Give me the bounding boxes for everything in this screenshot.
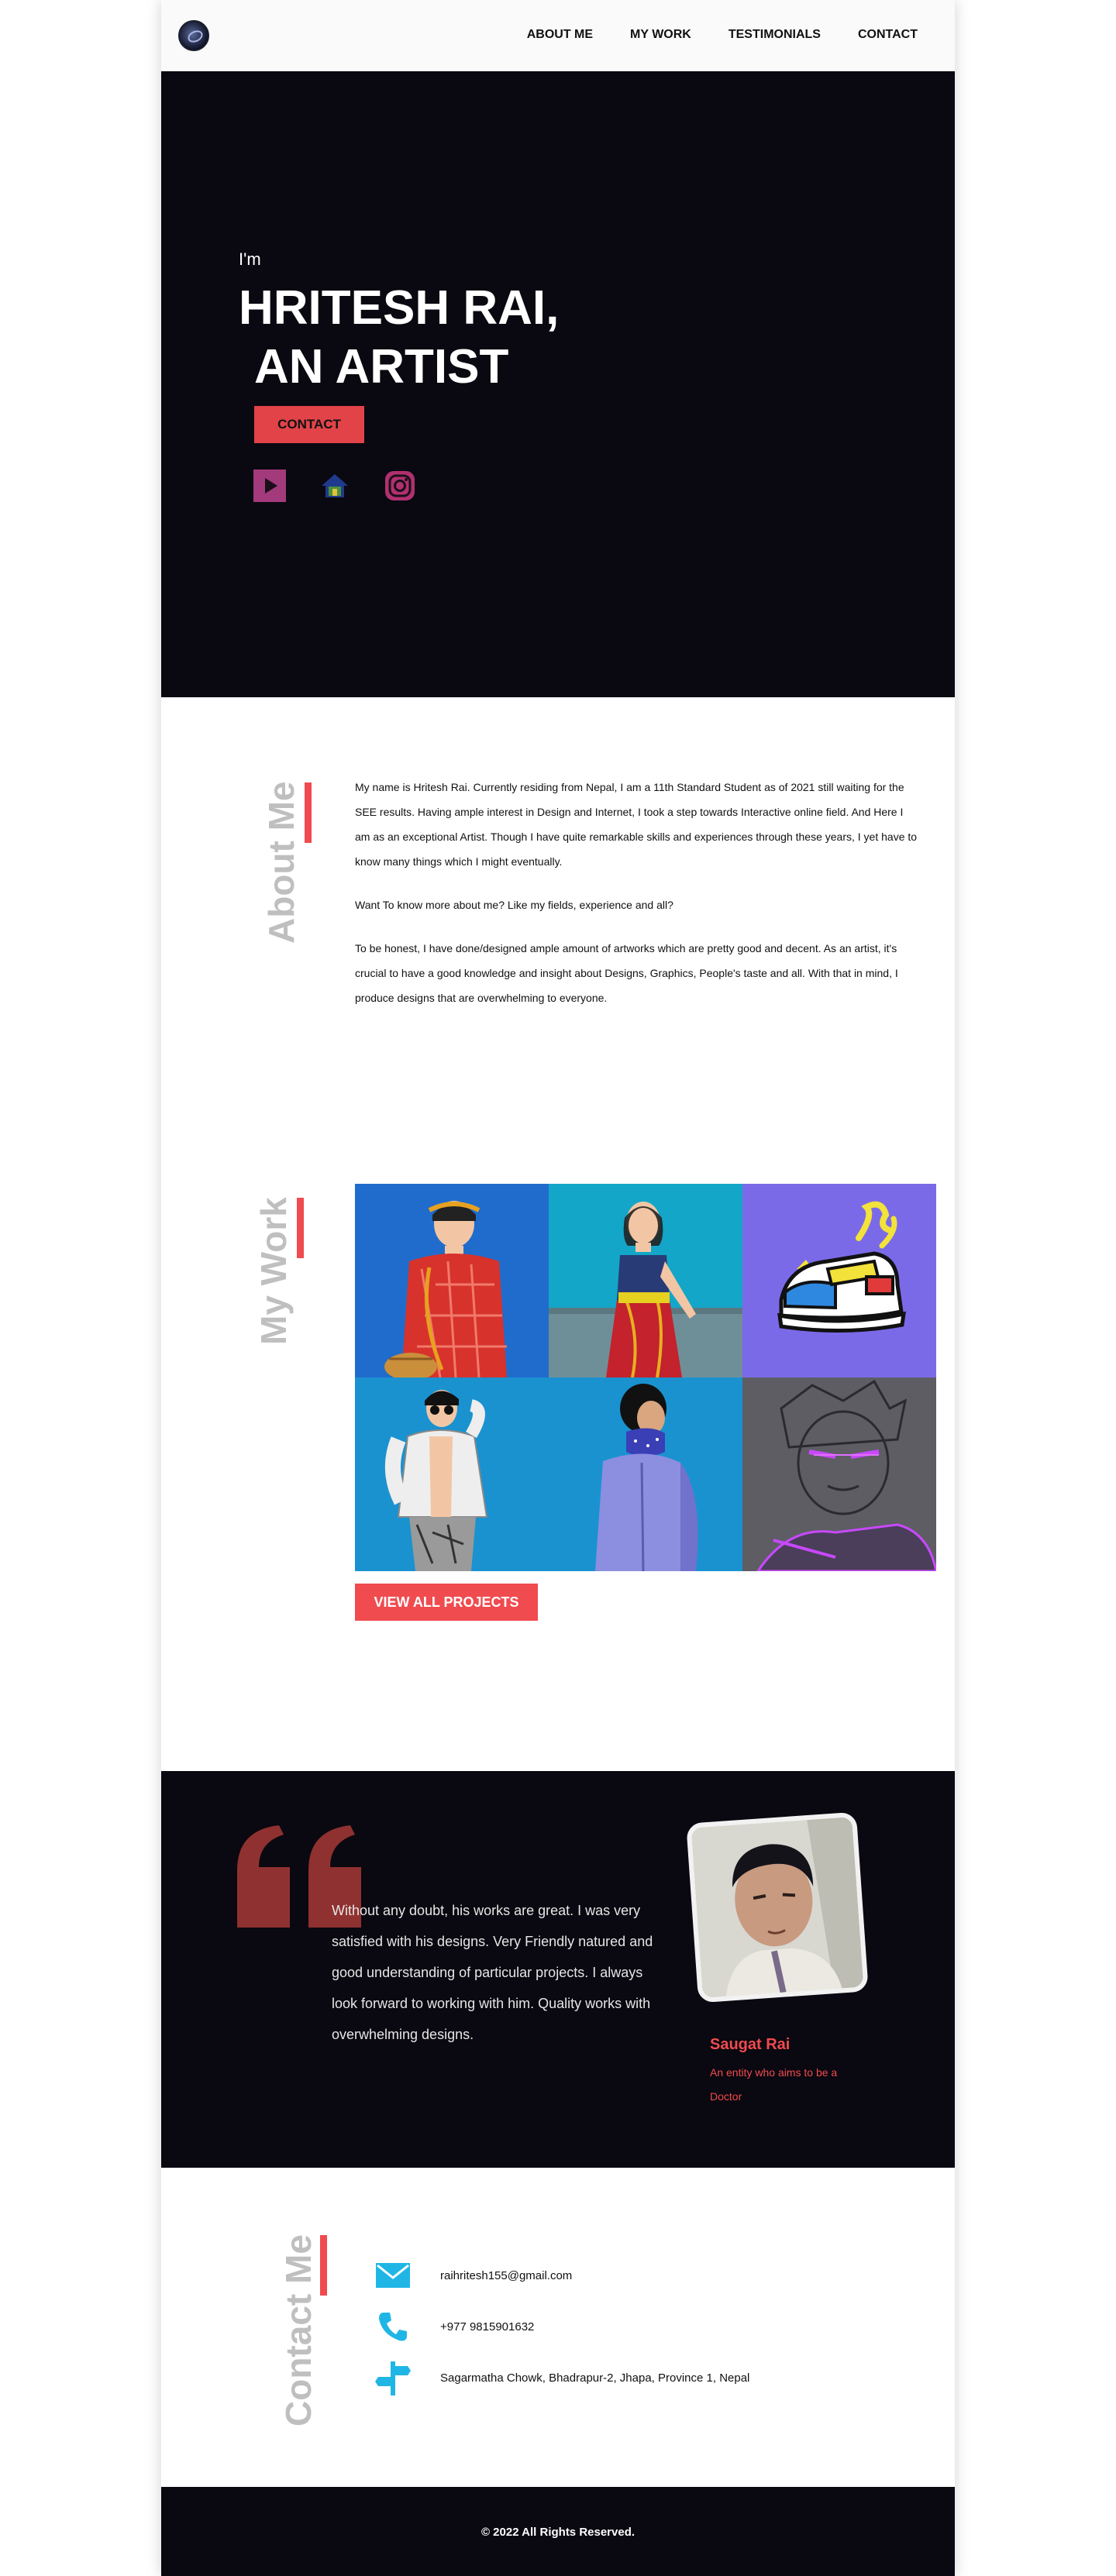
- gallery-tile-sneaker-illustration[interactable]: [742, 1184, 936, 1377]
- testimonial-avatar: [686, 1811, 869, 2003]
- work-gallery: [355, 1184, 936, 1571]
- about-paragraph: My name is Hritesh Rai. Currently residi…: [355, 781, 918, 868]
- hero-title-line2: AN ARTIST: [254, 340, 509, 394]
- contact-address-row: Sagarmatha Chowk, Bhadrapur-2, Jhapa, Pr…: [375, 2360, 749, 2395]
- footer-copyright: © 2022 All Rights Reserved.: [480, 2526, 636, 2539]
- contact-section-label: Contact Me: [278, 2234, 319, 2426]
- testimonial-section: Without any doubt, his works are great. …: [161, 1771, 955, 2168]
- hero-contact-button[interactable]: CONTACT: [254, 406, 364, 443]
- gallery-tile-woman-in-red-sari[interactable]: [549, 1184, 742, 1377]
- testimonial-name: Saugat Rai: [710, 2036, 790, 2053]
- logo[interactable]: [178, 20, 209, 51]
- contact-accent-bar: [320, 2235, 327, 2296]
- gallery-tile-purple-sketch-portrait[interactable]: [742, 1377, 936, 1571]
- testimonial-quote: Without any doubt, his works are great. …: [332, 1903, 653, 2042]
- contact-phone[interactable]: +977 9815901632: [440, 2320, 534, 2334]
- about-section-label: About Me: [261, 781, 301, 944]
- phone-icon: [375, 2309, 411, 2344]
- youtube-icon[interactable]: [253, 469, 286, 502]
- nav-link-about[interactable]: ABOUT ME: [527, 28, 593, 42]
- work-section-label: My Work: [253, 1197, 294, 1345]
- work-accent-bar: [297, 1198, 304, 1258]
- contact-address: Sagarmatha Chowk, Bhadrapur-2, Jhapa, Pr…: [440, 2371, 750, 2385]
- hero-title-line1: HRITESH RAI,: [239, 281, 560, 335]
- signpost-icon: [375, 2360, 411, 2395]
- navbar: ABOUT ME MY WORK TESTIMONIALS CONTACT: [161, 0, 955, 71]
- gallery-tile-man-in-sunglasses[interactable]: [355, 1377, 549, 1571]
- home-icon[interactable]: [319, 469, 351, 502]
- gallery-tile-woman-in-red-shawl[interactable]: [355, 1184, 549, 1377]
- footer: © 2022 All Rights Reserved.: [161, 2487, 955, 2576]
- hero-title: HRITESH RAI, AN ARTIST: [239, 279, 559, 397]
- contact-email[interactable]: raihritesh155@gmail.com: [440, 2269, 572, 2282]
- hero-intro: I'm: [239, 249, 261, 269]
- nav-link-work[interactable]: MY WORK: [630, 28, 691, 42]
- gallery-tile-man-with-bandana[interactable]: [549, 1377, 742, 1571]
- about-paragraph: To be honest, I have done/designed ample…: [355, 942, 898, 1004]
- nav-link-contact[interactable]: CONTACT: [858, 28, 918, 42]
- instagram-icon[interactable]: [384, 469, 416, 502]
- nav-link-testimonials[interactable]: TESTIMONIALS: [728, 28, 821, 42]
- hero-section: I'm HRITESH RAI, AN ARTIST CONTACT: [161, 71, 955, 697]
- contact-phone-row: +977 9815901632: [375, 2309, 534, 2344]
- page: ABOUT ME MY WORK TESTIMONIALS CONTACT I'…: [161, 0, 955, 2576]
- testimonial-role: An entity who aims to be a Doctor: [710, 2066, 838, 2103]
- contact-email-row: raihritesh155@gmail.com: [375, 2258, 572, 2293]
- about-paragraph: Want To know more about me? Like my fiel…: [355, 899, 673, 911]
- about-text: My name is Hritesh Rai. Currently residi…: [355, 775, 921, 1029]
- view-all-projects-button[interactable]: VIEW ALL PROJECTS: [355, 1584, 538, 1621]
- envelope-icon: [375, 2258, 411, 2293]
- nav-links: ABOUT ME MY WORK TESTIMONIALS CONTACT: [527, 28, 918, 42]
- about-accent-bar: [305, 782, 312, 843]
